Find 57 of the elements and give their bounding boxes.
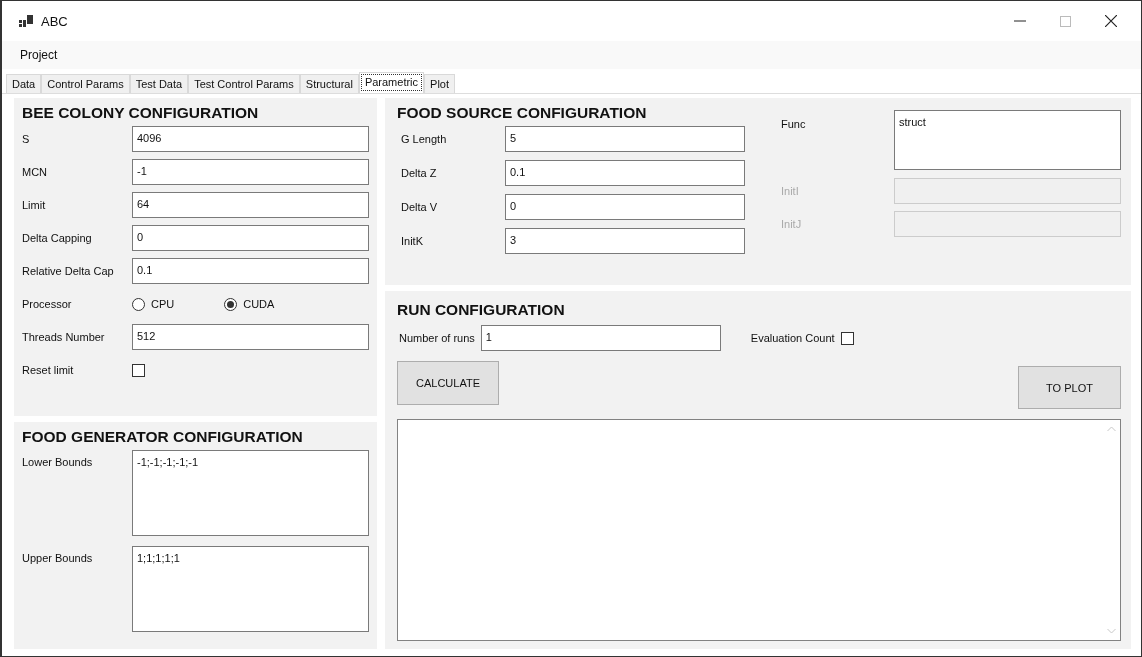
section-title: RUN CONFIGURATION bbox=[397, 301, 566, 319]
checkbox[interactable] bbox=[840, 331, 854, 345]
field-label: InitI bbox=[781, 185, 800, 197]
field-label: Upper Bounds bbox=[22, 551, 94, 564]
field-label: MCN bbox=[22, 166, 49, 178]
text-area[interactable]: struct bbox=[894, 110, 1121, 170]
input-field[interactable]: 64 bbox=[132, 192, 369, 218]
input-field[interactable]: 1 bbox=[480, 325, 721, 351]
field-label: Func bbox=[781, 117, 807, 130]
tab[interactable]: Data bbox=[6, 74, 42, 93]
input-field[interactable]: 3 bbox=[505, 228, 745, 254]
to-plot-button[interactable]: TO PLOT bbox=[1018, 366, 1121, 409]
field-label: Delta Z bbox=[400, 167, 438, 179]
checkbox[interactable] bbox=[132, 363, 145, 377]
field-label: Processor bbox=[22, 298, 73, 310]
radio-circle[interactable] bbox=[224, 297, 238, 311]
input-field[interactable]: 0 bbox=[505, 194, 745, 220]
tab[interactable]: Parametric bbox=[358, 72, 425, 93]
field-label: Threads Number bbox=[22, 331, 106, 343]
radio-label[interactable]: CPU bbox=[151, 298, 175, 310]
close-icon[interactable] bbox=[1105, 15, 1117, 27]
field-label: Number of runs bbox=[398, 332, 475, 344]
radio-circle[interactable] bbox=[132, 297, 145, 311]
tab[interactable]: Control Params bbox=[41, 74, 130, 93]
input-field[interactable]: 0.1 bbox=[505, 160, 745, 186]
input-field[interactable]: -1 bbox=[132, 159, 369, 185]
field-label: Reset limit bbox=[22, 364, 75, 376]
input-field[interactable]: 4096 bbox=[132, 126, 369, 152]
field-label: InitJ bbox=[781, 218, 803, 230]
radio-label[interactable]: CUDA bbox=[243, 298, 275, 310]
menu-item[interactable]: Project bbox=[14, 44, 64, 66]
app-icon bbox=[19, 15, 33, 27]
field-label: Delta V bbox=[400, 201, 439, 213]
section-title: FOOD GENERATOR CONFIGURATION bbox=[22, 428, 304, 446]
maximize-icon bbox=[1060, 15, 1071, 27]
input-field[interactable]: 0.1 bbox=[132, 258, 369, 284]
field-label: S bbox=[22, 133, 31, 145]
section-title: FOOD SOURCE CONFIGURATION bbox=[397, 104, 648, 122]
tab[interactable]: Test Control Params bbox=[188, 74, 300, 93]
input-field[interactable]: 0 bbox=[132, 225, 369, 251]
field-label: G Length bbox=[400, 133, 448, 145]
tab[interactable]: Structural bbox=[299, 74, 359, 93]
field-label: Limit bbox=[22, 199, 47, 211]
input-field[interactable]: 5 bbox=[505, 126, 745, 152]
tab[interactable]: Test Data bbox=[129, 74, 189, 93]
input-field[interactable]: 512 bbox=[132, 324, 369, 350]
field-label: Lower Bounds bbox=[22, 455, 94, 468]
field-label: InitK bbox=[400, 235, 424, 247]
calculate-button[interactable]: CALCULATE bbox=[397, 361, 499, 405]
field-label: Evaluation Count bbox=[750, 332, 835, 344]
window-title: ABC bbox=[41, 13, 68, 29]
text-area[interactable]: 1;1;1;1;1 bbox=[132, 546, 369, 632]
field-label: Relative Delta Cap bbox=[22, 265, 115, 277]
tab[interactable]: Plot bbox=[424, 74, 456, 93]
text-area[interactable]: -1;-1;-1;-1;-1 bbox=[132, 450, 369, 536]
field-label: Delta Capping bbox=[22, 232, 93, 244]
section-title: BEE COLONY CONFIGURATION bbox=[22, 104, 260, 122]
